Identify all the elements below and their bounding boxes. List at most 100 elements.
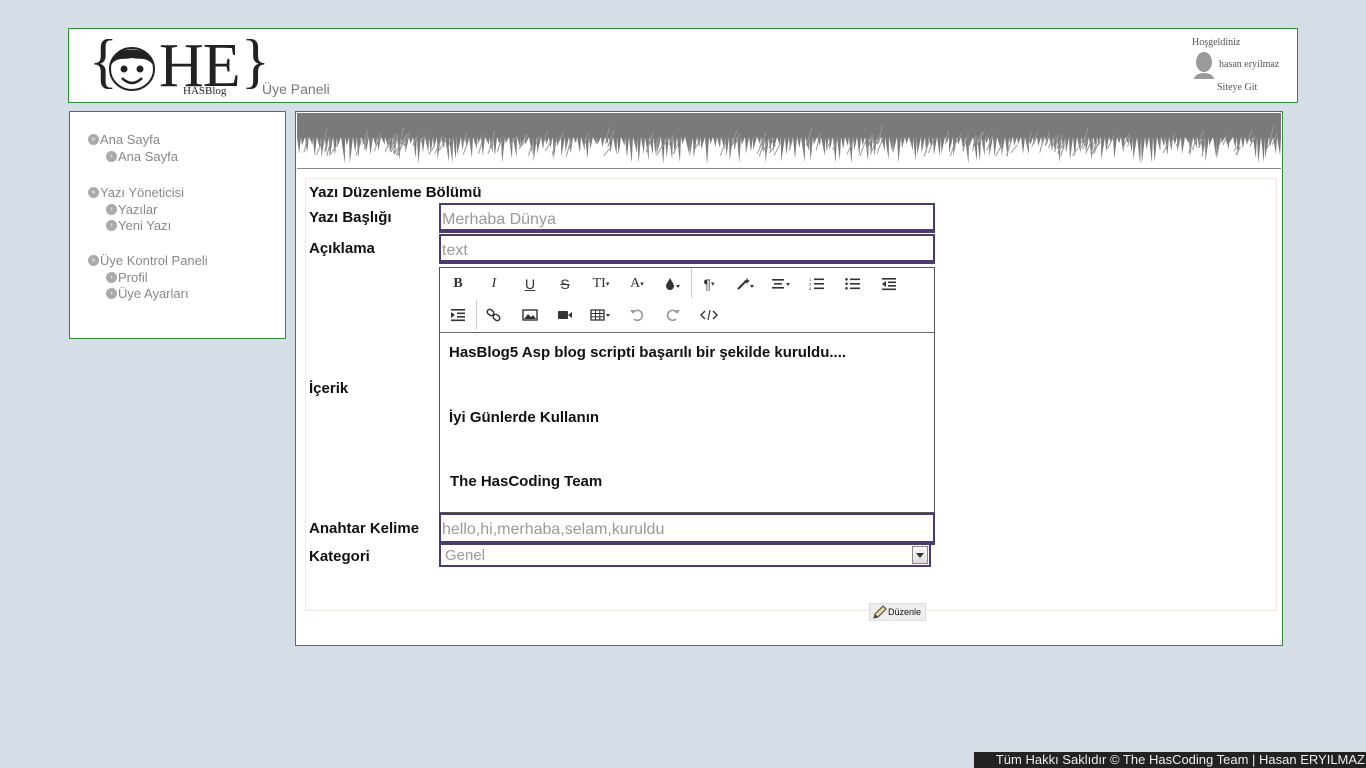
magic-wand-icon: [737, 278, 754, 290]
nav-group-member: » Üye Kontrol Paneli › Profil › Üye Ayar…: [88, 251, 208, 301]
underline-button[interactable]: U: [516, 273, 544, 295]
chevron-down-icon[interactable]: [912, 546, 928, 564]
font-name-button[interactable]: A ▾: [623, 273, 651, 295]
italic-button[interactable]: I: [480, 273, 508, 295]
table-icon: [590, 309, 610, 321]
droplet-icon: [666, 278, 680, 290]
category-label: Kategori: [309, 548, 370, 565]
title-input[interactable]: Merhaba Dünya: [439, 203, 935, 233]
keywords-input[interactable]: hello,hi,merhaba,selam,kuruldu: [439, 513, 935, 545]
double-chevron-icon: »: [88, 133, 99, 145]
style-button[interactable]: [731, 273, 759, 295]
redo-button[interactable]: [659, 304, 687, 326]
logo-face-label: HAS: [111, 65, 121, 71]
sidebar-item-posts[interactable]: › Yazılar: [106, 201, 184, 217]
sidebar-item-label: Üye Ayarları: [118, 285, 189, 301]
outdent-button[interactable]: [875, 273, 903, 295]
header: { HAS HE } HASBlog Üye Paneli Hoşgeldini…: [68, 28, 1298, 103]
site-link[interactable]: Siteye Git: [1217, 82, 1257, 93]
grass-banner: [297, 113, 1281, 169]
underline-icon: U: [524, 276, 536, 292]
color-button[interactable]: [659, 273, 687, 295]
section-title: Yazı Düzenleme Bölümü: [309, 184, 482, 201]
category-selected: Genel: [445, 547, 486, 564]
edit-form: Yazı Düzenleme Bölümü Yazı Başlığı Merha…: [305, 178, 1277, 621]
nav-group-posts: » Yazı Yöneticisi › Yazılar › Yeni Yazı: [88, 183, 184, 233]
description-input[interactable]: text: [439, 234, 935, 264]
nav-head-label: Üye Kontrol Paneli: [100, 252, 208, 268]
chevron-right-icon: ›: [106, 203, 117, 215]
chevron-right-icon: ›: [106, 271, 117, 283]
table-button[interactable]: [587, 304, 615, 326]
main-panel: Yazı Düzenleme Bölümü Yazı Başlığı Merha…: [295, 111, 1283, 646]
sidebar-item-member-settings[interactable]: › Üye Ayarları: [106, 285, 208, 301]
toolbar-separator: [476, 300, 477, 330]
pencil-icon: [873, 605, 887, 619]
sidebar-item-new-post[interactable]: › Yeni Yazı: [106, 217, 184, 233]
avatar-icon: [1194, 52, 1214, 79]
chevron-right-icon: ›: [106, 287, 117, 299]
svg-text:3: 3: [809, 286, 812, 291]
video-button[interactable]: [551, 304, 579, 326]
bold-button[interactable]: B: [444, 273, 472, 295]
double-chevron-icon: »: [88, 254, 99, 266]
code-view-button[interactable]: [695, 304, 723, 326]
ordered-list-button[interactable]: 123: [803, 273, 831, 295]
image-button[interactable]: [516, 304, 544, 326]
content-label: İçerik: [309, 380, 349, 397]
sidebar-item-label: Yeni Yazı: [118, 217, 172, 233]
content-line: HasBlog5 Asp blog scripti başarılı bir ş…: [449, 344, 847, 361]
unordered-list-button[interactable]: [839, 273, 867, 295]
user-name[interactable]: hasan eryilmaz: [1219, 59, 1279, 70]
italic-icon: I: [491, 276, 497, 291]
image-icon: [522, 309, 538, 321]
undo-icon: [630, 309, 644, 322]
nav-head-label: Yazı Yöneticisi: [100, 184, 185, 200]
nav-group-home: » Ana Sayfa › Ana Sayfa: [88, 130, 178, 164]
sidebar: » Ana Sayfa › Ana Sayfa » Yazı Yöneticis…: [69, 111, 286, 339]
sidebar-item-profile[interactable]: › Profil: [106, 269, 208, 285]
toolbar-separator: [691, 268, 692, 298]
logo-face-icon: HAS: [109, 47, 155, 91]
rich-text-editor: B I U S TI ▾ A ▾ ¶ ▾ 123 HasBlog5 Asp bl…: [439, 267, 935, 513]
sidebar-item-label: Ana Sayfa: [118, 148, 178, 164]
indent-button[interactable]: [444, 304, 472, 326]
nav-head-member[interactable]: » Üye Kontrol Paneli: [88, 251, 208, 269]
keywords-label: Anahtar Kelime: [309, 520, 420, 537]
editor-toolbar: B I U S TI ▾ A ▾ ¶ ▾ 123: [440, 268, 934, 333]
font-name-icon: A: [630, 276, 641, 291]
nav-head-posts[interactable]: » Yazı Yöneticisi: [88, 183, 184, 201]
redo-icon: [666, 309, 680, 322]
align-button[interactable]: [767, 273, 795, 295]
nav-head-home[interactable]: » Ana Sayfa: [88, 130, 178, 148]
paragraph-icon: ¶: [703, 276, 711, 292]
edit-submit-label: Düzenle: [888, 607, 922, 617]
description-label: Açıklama: [309, 240, 375, 257]
font-size-button[interactable]: TI ▾: [587, 273, 615, 295]
nav-head-label: Ana Sayfa: [100, 131, 160, 147]
title-label: Yazı Başlığı: [309, 209, 392, 226]
undo-button[interactable]: [623, 304, 651, 326]
site-logo[interactable]: { HAS HE } HASBlog: [89, 31, 270, 99]
content-line: İyi Günlerde Kullanın: [449, 409, 600, 426]
category-select[interactable]: Genel: [439, 543, 931, 567]
sidebar-item-home[interactable]: › Ana Sayfa: [106, 148, 178, 164]
strikethrough-icon: S: [560, 276, 570, 292]
font-size-icon: TI: [592, 276, 606, 291]
align-center-icon: [772, 279, 790, 289]
edit-submit-button[interactable]: Düzenle: [869, 603, 926, 621]
link-button[interactable]: [480, 304, 508, 326]
footer-copyright: Tüm Hakkı Saklıdır © The HasCoding Team …: [974, 752, 1366, 768]
unordered-list-icon: [845, 278, 860, 290]
user-box: Hoşgeldiniz hasan eryilmaz Siteye Git: [1188, 37, 1288, 97]
sidebar-item-label: Yazılar: [118, 201, 158, 217]
double-chevron-icon: »: [88, 186, 99, 198]
strikethrough-button[interactable]: S: [551, 273, 579, 295]
ordered-list-icon: 123: [809, 277, 824, 291]
chevron-right-icon: ›: [106, 219, 117, 231]
paragraph-button[interactable]: ¶ ▾: [695, 273, 723, 295]
code-icon: [700, 309, 718, 321]
bold-icon: B: [453, 276, 463, 291]
link-icon: [486, 308, 501, 322]
sidebar-item-label: Profil: [118, 269, 148, 285]
